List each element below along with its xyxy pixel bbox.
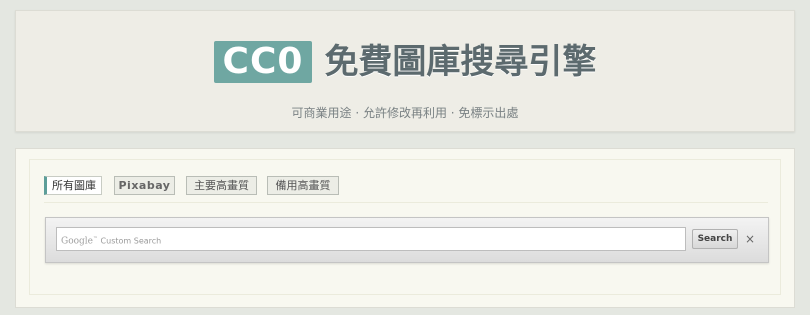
logo-row: CC0 免費圖庫搜尋引擎	[16, 41, 794, 83]
cc0-logo[interactable]: CC0	[213, 41, 313, 83]
site-header: CC0 免費圖庫搜尋引擎 可商業用途 · 允許修改再利用 · 免標示出處	[15, 10, 795, 132]
tab-main-hd[interactable]: 主要高畫質	[186, 176, 257, 195]
tab-all-libraries[interactable]: 所有圖庫	[44, 176, 102, 195]
site-subtitle: 可商業用途 · 允許修改再利用 · 免標示出處	[291, 106, 519, 120]
tab-pixabay[interactable]: Pixabay	[114, 176, 175, 195]
search-placeholder: Custom Search	[98, 236, 162, 246]
close-icon[interactable]: ×	[743, 230, 757, 248]
search-input[interactable]: Google™ Custom Search	[56, 227, 686, 251]
search-button[interactable]: Search	[692, 229, 738, 249]
tabs-divider	[44, 202, 768, 203]
site-title[interactable]: 免費圖庫搜尋引擎	[324, 41, 596, 83]
tab-backup-hd[interactable]: 備用高畫質	[267, 176, 339, 195]
search-box: Google™ Custom Search Search ×	[45, 217, 769, 263]
google-logo: Google	[61, 236, 93, 247]
